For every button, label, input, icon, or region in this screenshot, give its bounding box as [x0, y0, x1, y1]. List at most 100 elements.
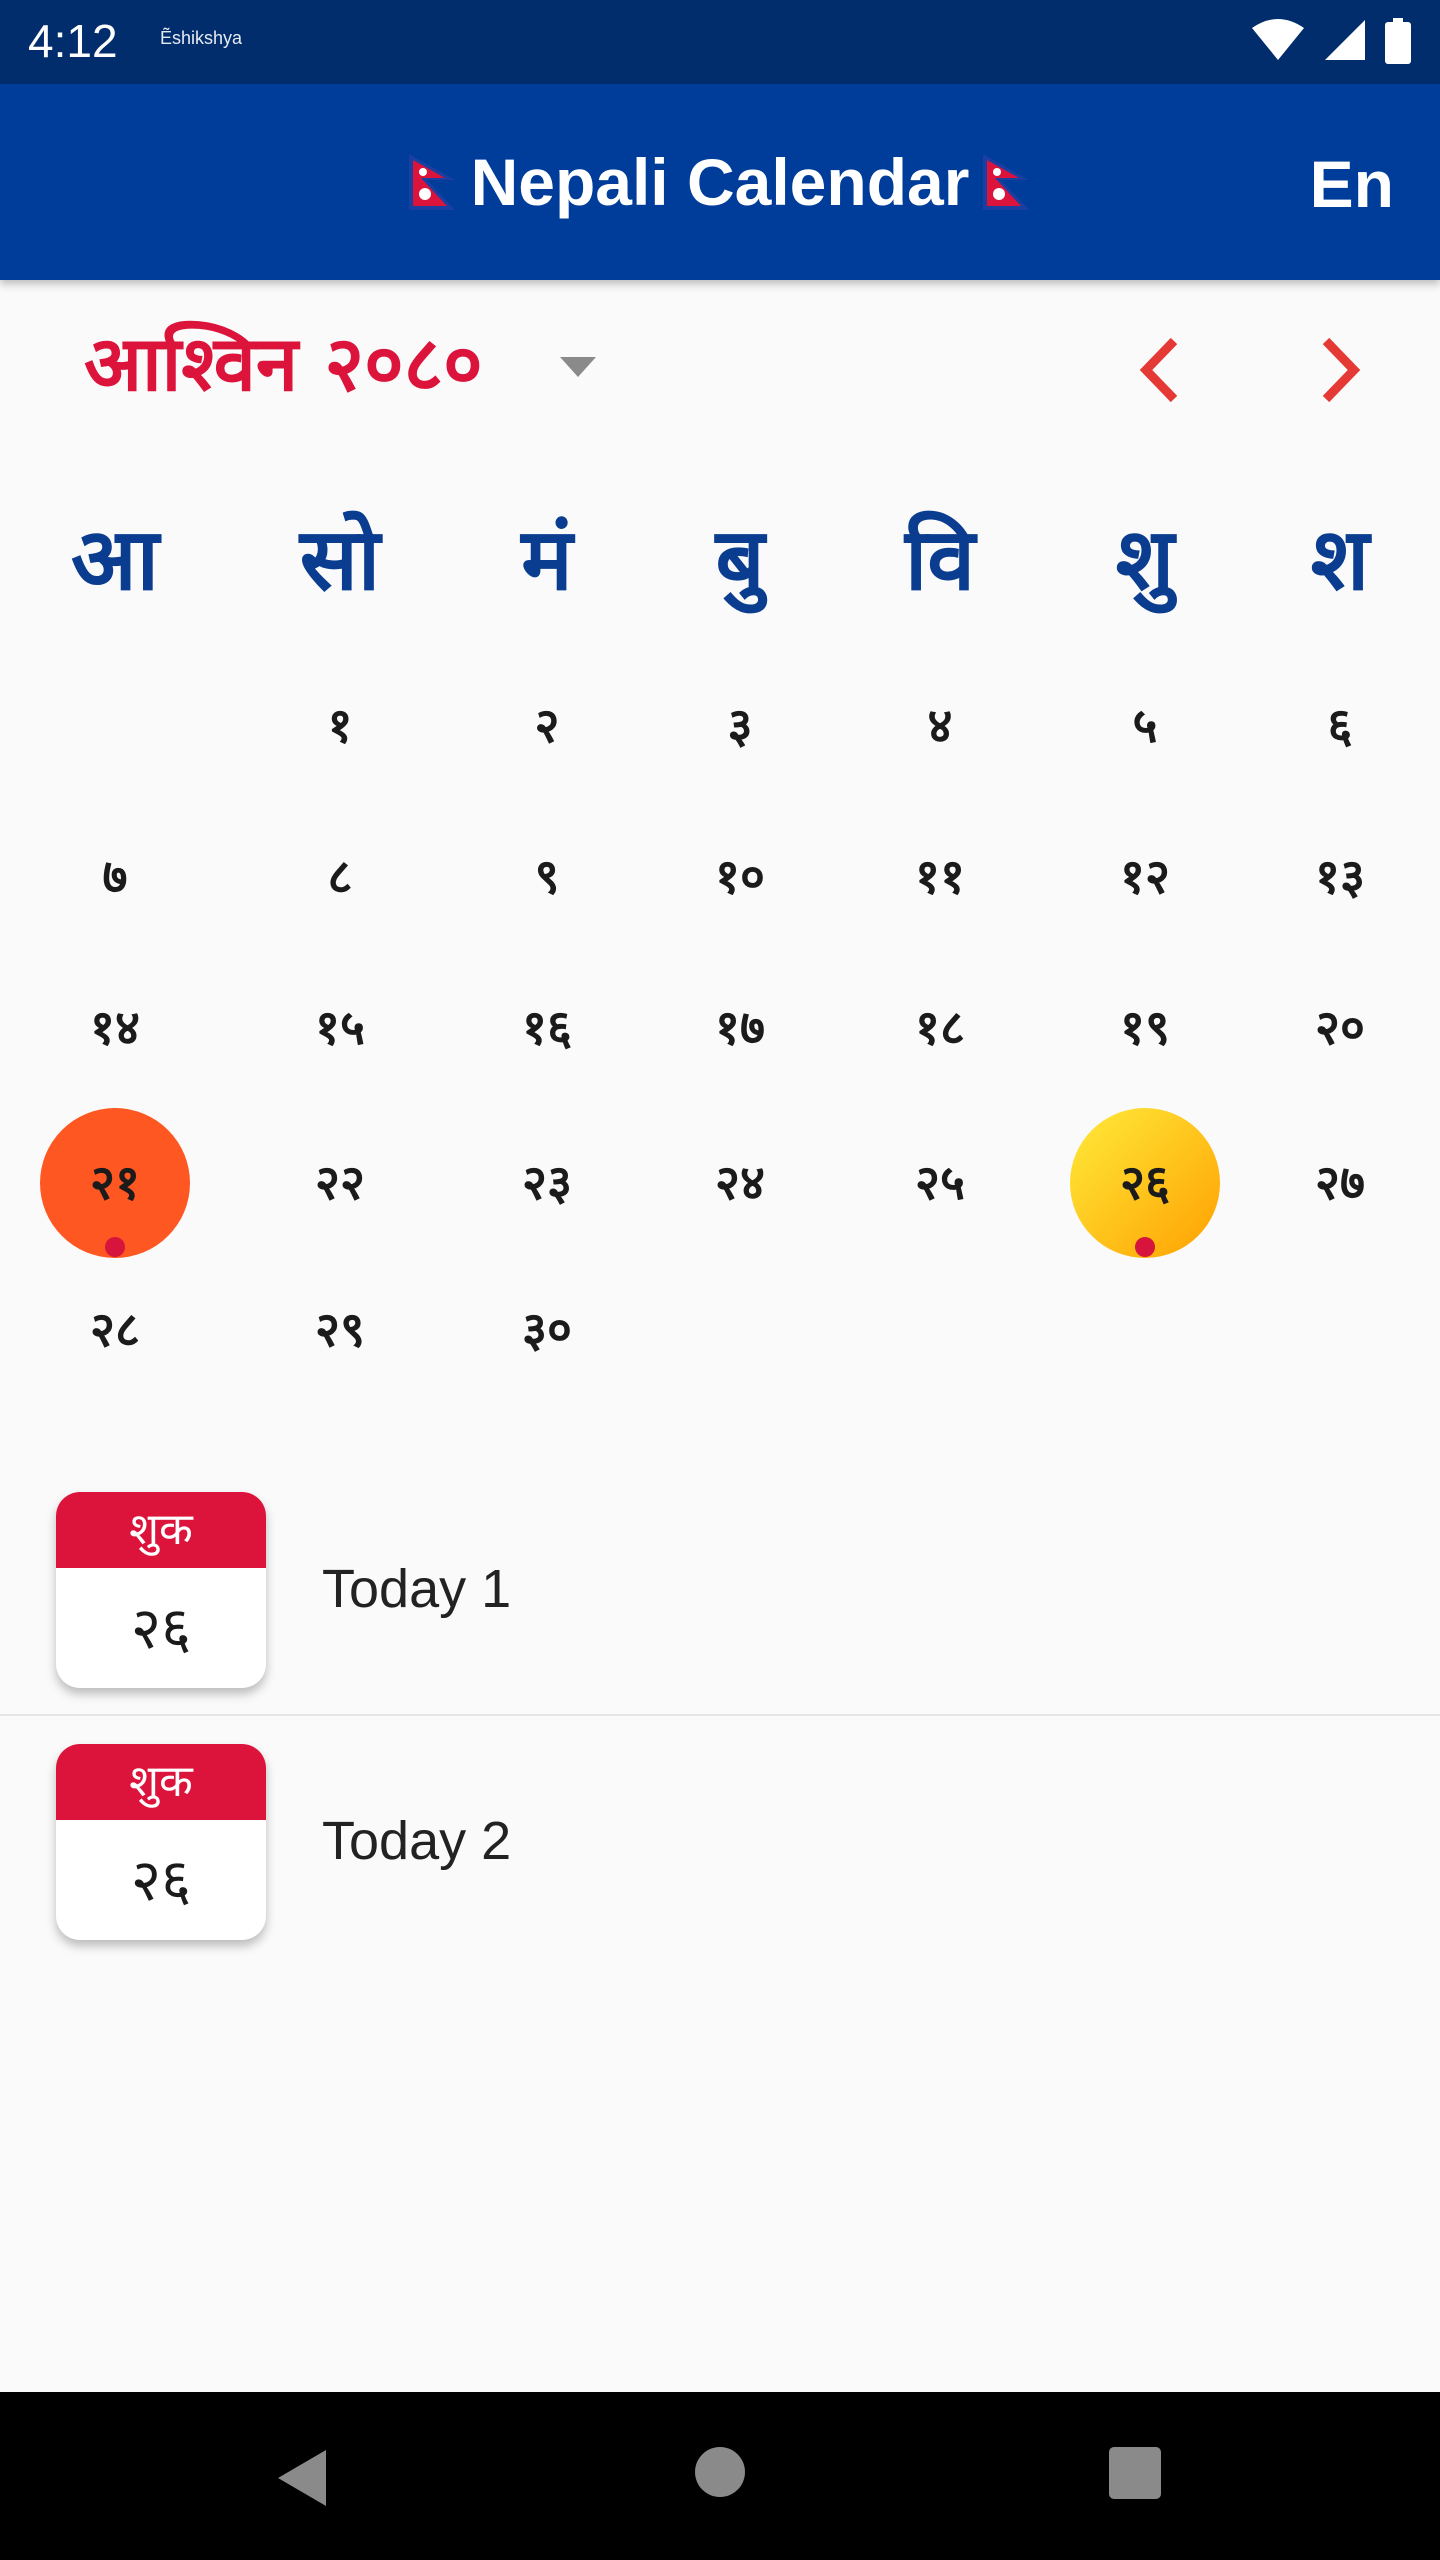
calendar-day-number: ३०	[522, 1302, 572, 1358]
calendar-day-number: ११	[915, 849, 965, 905]
calendar-day[interactable]: २२	[240, 1108, 440, 1258]
app-bar: Nepali Calendar En	[0, 84, 1440, 280]
calendar-day-number: १८	[915, 1000, 965, 1056]
event-date-card: शुक २६	[56, 1492, 266, 1688]
calendar-day[interactable]: ९	[447, 802, 647, 952]
calendar-day-number: ६	[1327, 698, 1353, 754]
calendar-day[interactable]: २४	[640, 1108, 840, 1258]
calendar-day[interactable]: २६	[1045, 1108, 1245, 1258]
calendar-day[interactable]: ३०	[447, 1255, 647, 1405]
next-month-button[interactable]	[1310, 335, 1370, 405]
calendar-day-number: १९	[1120, 1000, 1170, 1056]
event-weekday: शुक	[56, 1744, 266, 1820]
home-icon[interactable]	[694, 2446, 746, 2498]
calendar-day[interactable]: १८	[840, 953, 1040, 1103]
calendar-day[interactable]: १३	[1240, 802, 1440, 952]
navigation-bar	[0, 2392, 1440, 2560]
calendar-day[interactable]: २७	[1240, 1108, 1440, 1258]
calendar-day-number: १३	[1315, 849, 1365, 905]
calendar-day-number: २६	[1120, 1155, 1170, 1211]
wifi-icon	[1251, 19, 1304, 60]
event-item[interactable]: शुक २६ Today 2	[0, 1714, 1440, 1964]
event-day: २६	[130, 1594, 192, 1662]
event-dot	[1135, 1237, 1155, 1257]
calendar-day[interactable]: ७	[15, 802, 215, 952]
weekday-label: सो	[299, 510, 381, 610]
weekday-label: श	[1310, 510, 1370, 610]
calendar-day[interactable]: ६	[1240, 651, 1440, 801]
status-time: 4:12	[28, 15, 118, 67]
weekday-label: मं	[521, 510, 573, 610]
back-icon[interactable]	[272, 2446, 332, 2510]
calendar-day[interactable]: १०	[640, 802, 840, 952]
calendar-day-number: १६	[522, 1000, 572, 1056]
calendar-day[interactable]: १७	[640, 953, 840, 1103]
app-title: Nepali Calendar	[470, 145, 970, 219]
calendar-day-number: २	[534, 698, 560, 754]
calendar-day-number: २३	[522, 1155, 572, 1211]
calendar-day[interactable]: २८	[15, 1255, 215, 1405]
event-item[interactable]: शुक २६ Today 1	[0, 1462, 1440, 1712]
calendar-day-number: १७	[715, 1000, 765, 1056]
calendar-day[interactable]: ५	[1045, 651, 1245, 801]
weekday-label: बु	[715, 510, 765, 610]
weekday-label: शु	[1115, 510, 1175, 610]
calendar-day[interactable]: १४	[15, 953, 215, 1103]
app-title-wrap: Nepali Calendar	[0, 84, 1440, 280]
event-title: Today 1	[322, 1559, 512, 1619]
calendar-day[interactable]: ८	[240, 802, 440, 952]
calendar-day-number: ४	[927, 698, 953, 754]
calendar-day[interactable]: १	[240, 651, 440, 801]
calendar-day-number: १०	[715, 849, 765, 905]
calendar-day-number: ३	[727, 698, 753, 754]
calendar-day[interactable]: २०	[1240, 953, 1440, 1103]
notification-icon: Ẽshikshya	[160, 28, 243, 48]
calendar-day-number: १५	[315, 1000, 365, 1056]
nepal-flag-icon	[983, 154, 1030, 210]
event-dot	[105, 1237, 125, 1257]
weekday-label: आ	[71, 510, 159, 610]
event-day: २६	[130, 1846, 192, 1914]
calendar-day[interactable]: २१	[15, 1108, 215, 1258]
battery-icon	[1385, 18, 1411, 64]
calendar-day-number: २०	[1315, 1000, 1365, 1056]
calendar-day-number: ९	[534, 849, 560, 905]
calendar-day[interactable]: २३	[447, 1108, 647, 1258]
month-title[interactable]: आश्विन २०८०	[84, 310, 483, 413]
calendar-day[interactable]: २५	[840, 1108, 1040, 1258]
calendar-day[interactable]: २९	[240, 1255, 440, 1405]
calendar-day[interactable]: १६	[447, 953, 647, 1103]
calendar-day-number: २७	[1315, 1155, 1365, 1211]
previous-month-button[interactable]	[1130, 335, 1190, 405]
signal-icon	[1324, 20, 1365, 60]
calendar-day-number: २४	[715, 1155, 765, 1211]
calendar-day-number: ५	[1132, 698, 1158, 754]
calendar-day[interactable]: २	[447, 651, 647, 801]
calendar-day-number: २२	[315, 1155, 365, 1211]
calendar-day-number: १	[327, 698, 353, 754]
language-toggle-button[interactable]: En	[1310, 146, 1394, 222]
recents-icon[interactable]	[1108, 2446, 1162, 2500]
calendar-day-number: २९	[315, 1302, 365, 1358]
nepal-flag-icon	[408, 154, 455, 210]
chevron-down-icon[interactable]	[558, 355, 598, 379]
status-bar: 4:12 Ẽshikshya	[0, 0, 1440, 84]
calendar-day-number: ७	[102, 849, 128, 905]
calendar-day-number: ८	[327, 849, 353, 905]
calendar-day-number: २५	[915, 1155, 965, 1211]
status-icons	[1238, 18, 1412, 66]
event-date-card: शुक २६	[56, 1744, 266, 1940]
calendar-day[interactable]: ११	[840, 802, 1040, 952]
calendar-day-number: २८	[90, 1302, 140, 1358]
calendar-day-number: १४	[90, 1000, 140, 1056]
calendar-day[interactable]: १५	[240, 953, 440, 1103]
calendar-day-number: १२	[1120, 849, 1170, 905]
weekday-label: वि	[904, 510, 976, 610]
event-title: Today 2	[322, 1811, 512, 1871]
event-weekday: शुक	[56, 1492, 266, 1568]
calendar-day[interactable]: १२	[1045, 802, 1245, 952]
calendar-day-number: २१	[90, 1155, 140, 1211]
calendar-day[interactable]: १९	[1045, 953, 1245, 1103]
calendar-day[interactable]: ३	[640, 651, 840, 801]
calendar-day[interactable]: ४	[840, 651, 1040, 801]
